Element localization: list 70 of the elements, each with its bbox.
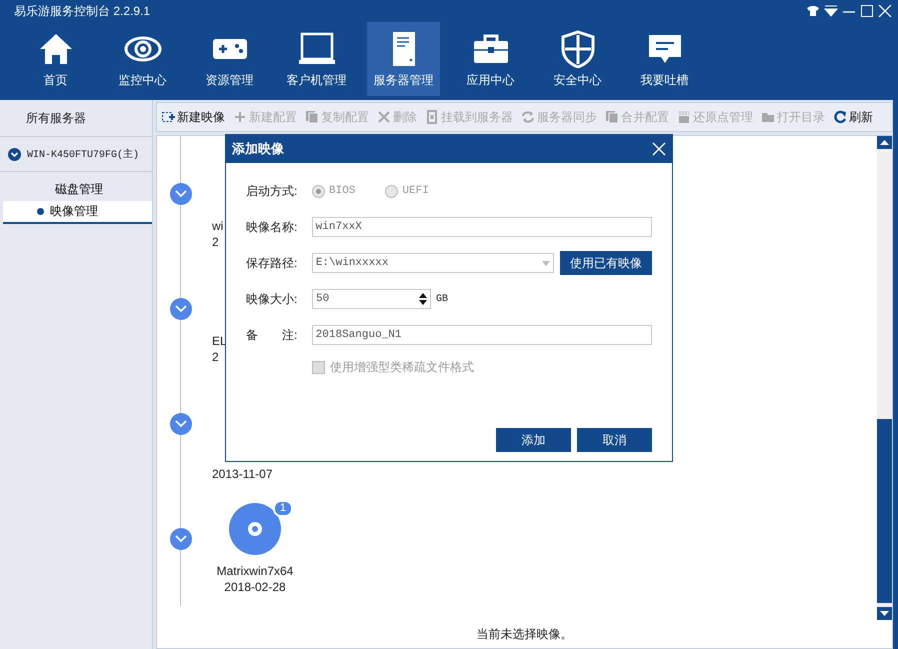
sidebar-item[interactable]: 磁盘管理	[3, 178, 152, 201]
dialog-button[interactable]: 添加	[496, 428, 571, 452]
chevron-down-icon	[175, 190, 187, 198]
plus-icon	[233, 110, 247, 124]
server-item[interactable]: WIN-K450FTU79FG(主)	[0, 137, 152, 172]
down-arrow-icon	[880, 611, 889, 616]
scroll-down-button[interactable]	[877, 607, 892, 620]
nav-tab[interactable]: 首页	[19, 22, 92, 96]
expand-button[interactable]	[170, 413, 192, 435]
field-label: 备 注:	[246, 326, 298, 344]
scrollbar-thumb[interactable]	[877, 419, 892, 603]
field-label: 映像名称:	[246, 218, 298, 236]
nav-tab[interactable]: 我要吐槽	[628, 22, 701, 96]
server-name: WIN-K450FTU79FG(主)	[27, 148, 140, 161]
unit-label: GB	[436, 294, 448, 304]
nav-tab[interactable]: 资源管理	[193, 22, 266, 96]
image-date: 2	[212, 349, 219, 365]
close-icon[interactable]	[878, 5, 892, 17]
image-name: wi	[212, 218, 224, 234]
maximize-icon[interactable]	[860, 5, 874, 17]
chevron-down-icon	[175, 535, 187, 543]
sidebar-header[interactable]: 所有服务器	[0, 100, 152, 137]
delete-icon	[377, 110, 391, 124]
nav-tab[interactable]: 监控中心	[106, 22, 179, 96]
window-title: 易乐游服务控制台 2.2.9.1	[14, 2, 152, 20]
copy-icon	[605, 110, 619, 124]
scroll-up-button[interactable]	[877, 136, 892, 149]
dialog-button[interactable]: 取消	[577, 428, 652, 452]
nav-tab[interactable]: 应用中心	[454, 22, 527, 96]
image-name: Matrixwin7x64	[216, 563, 294, 579]
dropdown-icon[interactable]	[824, 5, 838, 17]
toolbar-button[interactable]: 刷新	[833, 108, 873, 126]
dropdown-arrow-icon	[542, 260, 550, 266]
size-spinner[interactable]: 50	[312, 289, 431, 309]
copy-icon	[305, 110, 319, 124]
field-label: 保存路径:	[246, 254, 298, 272]
expand-button[interactable]	[170, 298, 192, 320]
nav-tab[interactable]: 安全中心	[541, 22, 614, 96]
use-existing-button[interactable]: 使用已有映像	[560, 251, 652, 275]
note-field[interactable]: 2018Sanguo_N1	[312, 325, 652, 345]
image-name: EL	[212, 333, 227, 349]
chevron-down-icon	[175, 305, 187, 313]
sync-icon	[521, 110, 535, 124]
spinner-arrows-icon	[419, 293, 427, 305]
expand-button[interactable]	[170, 528, 192, 550]
dialog-title: 添加映像	[232, 140, 284, 158]
nav-tab[interactable]: 客户机管理	[280, 22, 353, 96]
close-icon	[652, 142, 666, 156]
field-label: 启动方式:	[246, 182, 298, 200]
chevron-down-icon	[175, 420, 187, 428]
add-image-icon	[161, 110, 175, 124]
image-date: 2018-02-28	[224, 579, 286, 595]
disc-icon[interactable]	[229, 503, 281, 555]
name-field[interactable]: win7xxX	[312, 217, 652, 237]
count-badge: 1	[272, 500, 293, 517]
shirt-icon[interactable]	[806, 5, 820, 17]
nav-tab[interactable]: 服务器管理	[367, 22, 440, 96]
refresh-icon	[833, 110, 847, 124]
close-button[interactable]	[652, 142, 666, 156]
expand-button[interactable]	[170, 183, 192, 205]
up-arrow-icon	[880, 140, 889, 145]
status-text: 当前未选择映像。	[476, 626, 572, 642]
folder-icon	[761, 110, 775, 124]
image-date: 2013-11-07	[212, 466, 272, 482]
toolbar-button[interactable]: 新建映像	[161, 108, 225, 126]
image-date: 2	[212, 234, 219, 250]
sidebar-item[interactable]: 映像管理	[3, 201, 152, 224]
chevron-icon[interactable]	[8, 148, 21, 160]
path-dropdown[interactable]: E:\winxxxxx	[312, 253, 554, 273]
field-label: 映像大小:	[246, 290, 298, 308]
